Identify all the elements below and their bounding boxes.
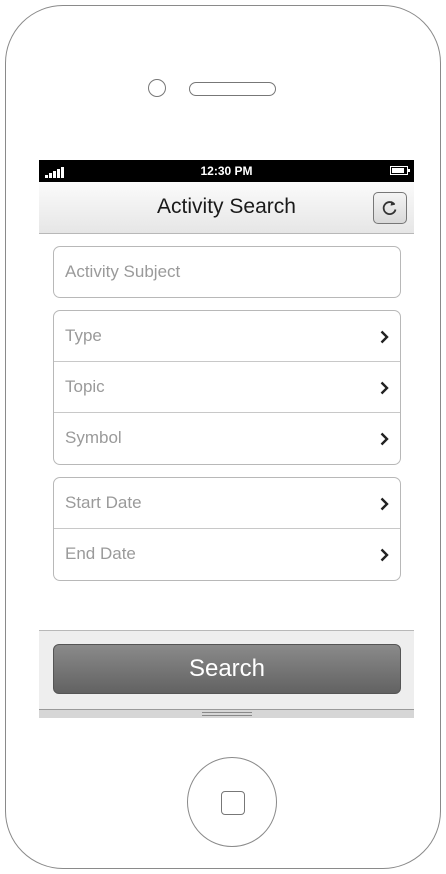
symbol-label: Symbol [65, 428, 122, 447]
refresh-button[interactable] [373, 192, 407, 224]
filter-group: Type Topic Symbol [53, 310, 401, 465]
chevron-right-icon [380, 381, 389, 395]
chevron-right-icon [380, 548, 389, 562]
date-group: Start Date End Date [53, 477, 401, 581]
navigation-bar: Activity Search [39, 182, 414, 234]
chevron-right-icon [380, 432, 389, 446]
type-row[interactable]: Type [54, 311, 400, 362]
chevron-right-icon [380, 330, 389, 344]
topic-row[interactable]: Topic [54, 362, 400, 413]
earpiece-speaker [189, 82, 276, 96]
activity-subject-input[interactable] [53, 246, 401, 298]
start-date-row[interactable]: Start Date [54, 478, 400, 529]
bottom-strip [39, 709, 414, 718]
bottom-toolbar: Search [39, 630, 414, 709]
page-title: Activity Search [157, 195, 296, 218]
status-bar: 12:30 PM [39, 160, 414, 182]
end-date-label: End Date [65, 544, 136, 563]
topic-label: Topic [65, 377, 105, 396]
symbol-row[interactable]: Symbol [54, 413, 400, 464]
refresh-icon [382, 201, 397, 215]
home-button[interactable] [187, 757, 277, 847]
chevron-right-icon [380, 497, 389, 511]
end-date-row[interactable]: End Date [54, 529, 400, 580]
device-screen: 12:30 PM Activity Search Type Topic Symb… [39, 160, 414, 718]
type-label: Type [65, 326, 102, 345]
grip-handle[interactable] [202, 712, 252, 716]
search-button[interactable]: Search [53, 644, 401, 694]
status-time: 12:30 PM [200, 164, 253, 178]
start-date-label: Start Date [65, 493, 142, 512]
home-square-icon [221, 791, 245, 815]
camera-lens [148, 79, 166, 97]
battery-icon [390, 166, 410, 175]
